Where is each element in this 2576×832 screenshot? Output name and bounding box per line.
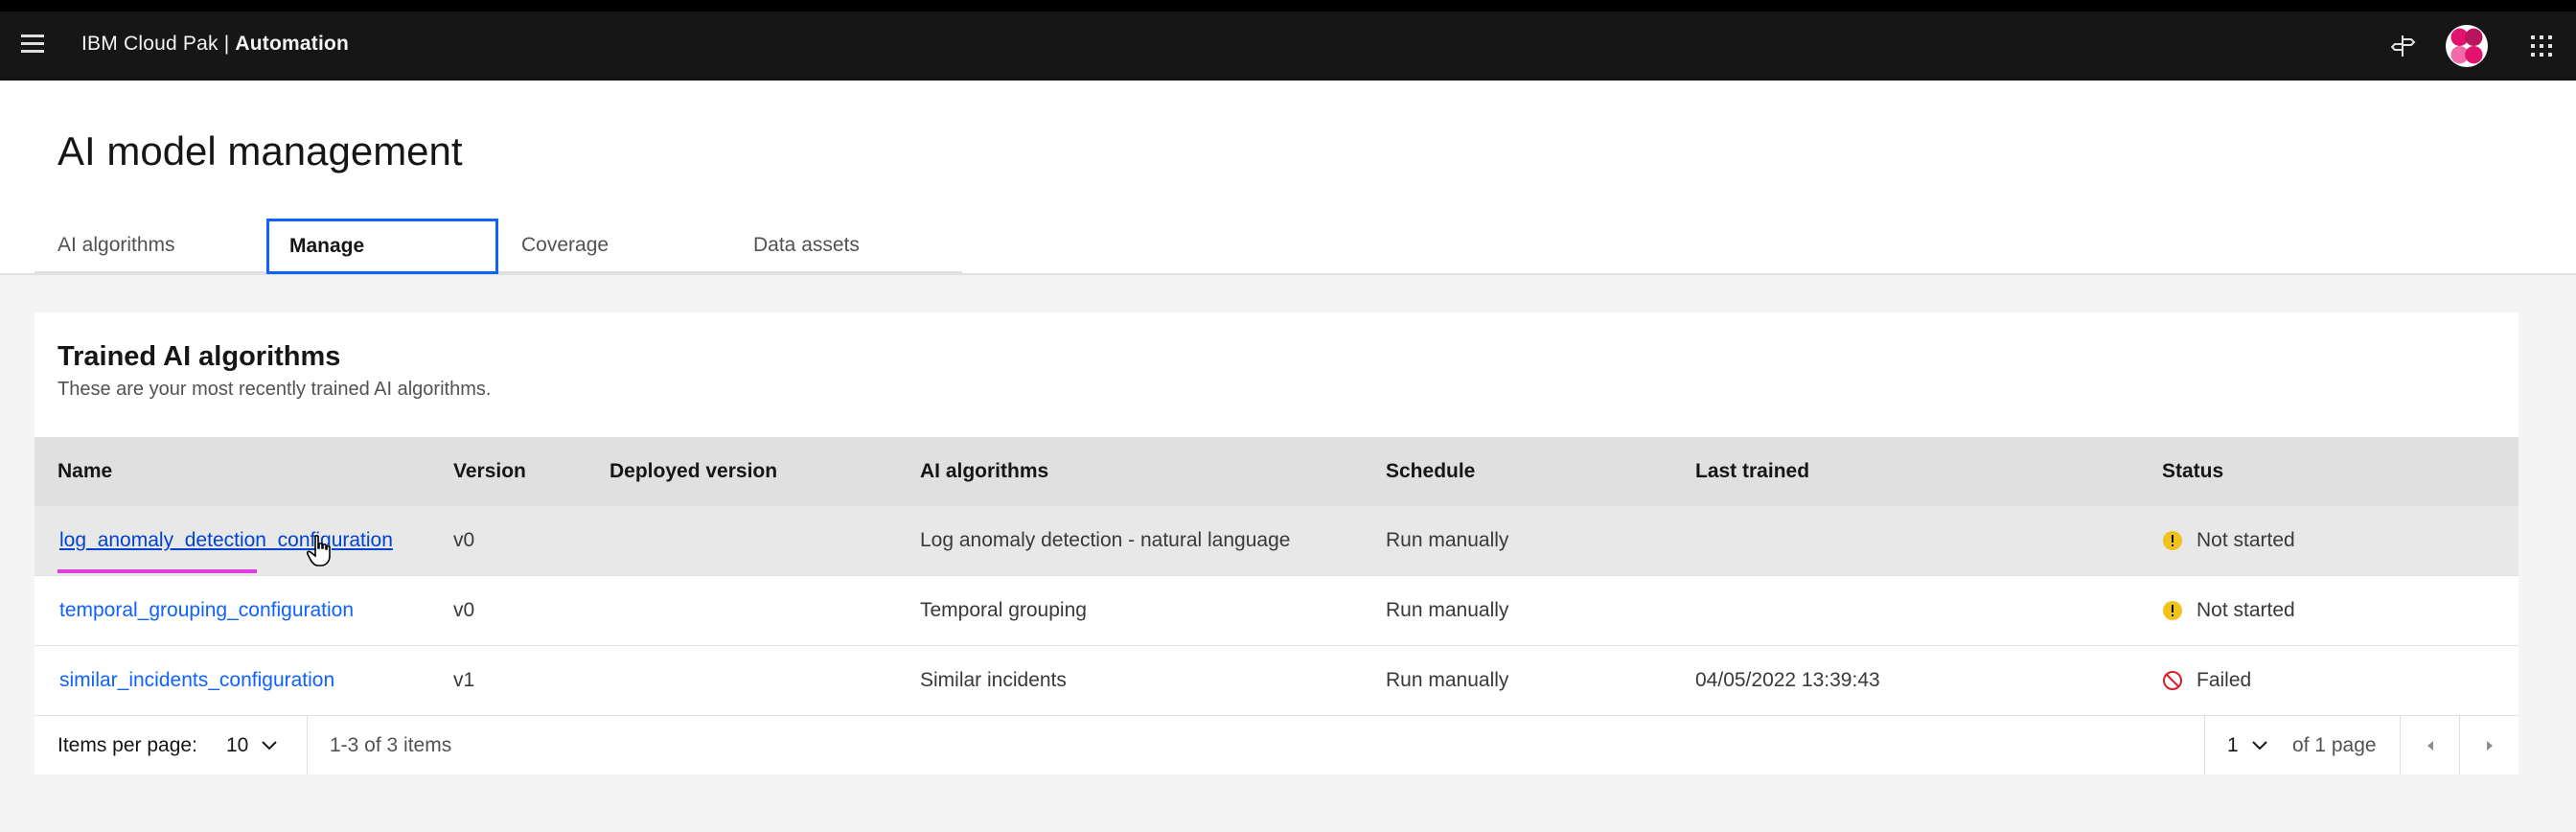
card-title: Trained AI algorithms [58,341,341,372]
items-per-page-select[interactable]: 10 [226,716,278,775]
row-algorithm: Similar incidents [920,669,1067,691]
hand-cursor-icon [306,535,334,573]
page-title: AI model management [58,128,463,173]
page-header: AI model management AI algorithms Manage… [0,81,2576,275]
brand[interactable]: IBM Cloud Pak | Automation [81,33,349,56]
brand-product: Automation [235,33,350,55]
previous-page-button[interactable] [2401,716,2460,775]
trained-algorithms-card: Trained AI algorithms These are your mos… [34,312,2519,775]
row-algorithm: Temporal grouping [920,599,1087,621]
tab-ai-algorithms[interactable]: AI algorithms [34,219,266,274]
items-range: 1-3 of 3 items [330,734,452,756]
items-per-page-value: 10 [226,734,249,756]
card-subtitle: These are your most recently trained AI … [58,379,492,400]
app-header: IBM Cloud Pak | Automation [0,12,2576,81]
tab-data-assets[interactable]: Data assets [730,219,962,274]
brand-prefix: IBM Cloud Pak | [81,33,236,55]
avatar[interactable] [2446,25,2488,67]
status-badge: Not started [2162,529,2295,552]
highlight-underline [58,569,257,573]
column-header-last-trained[interactable]: Last trained [1695,437,1809,506]
tab-coverage[interactable]: Coverage [498,219,730,274]
column-header-deployed-version[interactable]: Deployed version [610,437,777,506]
row-version: v0 [453,529,475,551]
failed-icon [2163,671,2182,690]
algorithms-table: Name Version Deployed version AI algorit… [34,437,2518,716]
column-header-status[interactable]: Status [2162,437,2223,506]
chevron-down-icon [262,741,278,751]
status-badge: Failed [2162,669,2251,692]
status-text: Failed [2196,669,2252,691]
row-name-link[interactable]: log_anomaly_detection_configuration [58,529,393,552]
app-switcher-icon[interactable] [2520,25,2563,67]
row-schedule: Run manually [1386,599,1509,621]
row-schedule: Run manually [1386,669,1509,691]
pagination: Items per page: 10 1-3 of 3 items 1 of 1… [34,715,2519,775]
row-last-trained: 04/05/2022 13:39:43 [1695,669,1880,691]
page-value: 1 [2227,734,2239,756]
divider [2204,716,2205,775]
table-header-row: Name Version Deployed version AI algorit… [34,437,2518,506]
row-schedule: Run manually [1386,529,1509,551]
column-header-name[interactable]: Name [58,437,112,506]
chevron-down-icon [2251,741,2267,751]
menu-icon[interactable] [21,35,46,58]
items-per-page-label: Items per page: [58,734,197,756]
page-count: of 1 page [2292,734,2377,756]
table-row[interactable]: log_anomaly_detection_configuration v0 L… [34,506,2518,576]
row-version: v1 [453,669,475,691]
status-badge: Not started [2162,599,2295,622]
page-select[interactable]: 1 [2227,716,2267,775]
caret-left-icon [2427,741,2433,751]
caret-right-icon [2487,741,2493,751]
row-name-link[interactable]: similar_incidents_configuration [58,669,334,692]
table-row[interactable]: temporal_grouping_configuration v0 Tempo… [34,576,2518,646]
tab-manage[interactable]: Manage [266,219,498,274]
status-text: Not started [2196,529,2295,551]
status-text: Not started [2196,599,2295,621]
tabs: AI algorithms Manage Coverage Data asset… [34,219,962,274]
warning-icon [2163,601,2182,620]
row-name-link[interactable]: temporal_grouping_configuration [58,599,354,622]
table-row[interactable]: similar_incidents_configuration v1 Simil… [34,646,2518,716]
divider [307,716,308,775]
top-strip [0,0,2576,12]
column-header-schedule[interactable]: Schedule [1386,437,1475,506]
next-page-button[interactable] [2460,716,2519,775]
column-header-ai-algorithms[interactable]: AI algorithms [920,437,1048,506]
row-version: v0 [453,599,475,621]
pin-icon[interactable] [2382,25,2425,67]
column-header-version[interactable]: Version [453,437,526,506]
row-algorithm: Log anomaly detection - natural language [920,529,1291,551]
warning-icon [2163,531,2182,550]
